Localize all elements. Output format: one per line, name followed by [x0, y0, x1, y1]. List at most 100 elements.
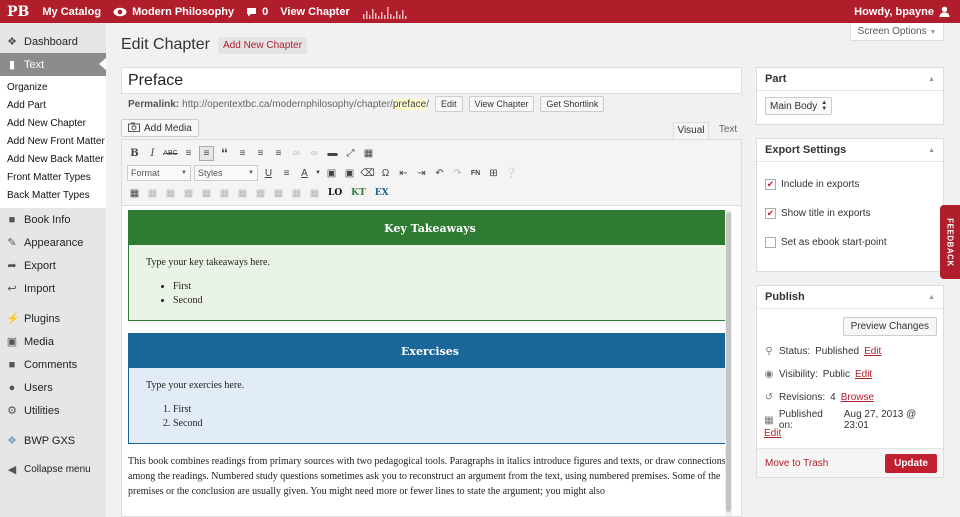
pressbooks-logo[interactable]: PB — [0, 0, 36, 23]
special-char-icon[interactable]: Ω — [378, 166, 393, 181]
edit-date-link[interactable]: Edit — [764, 428, 781, 439]
footnote-icon[interactable]: FN — [468, 166, 483, 181]
sidebar-item-bwp-gxs[interactable]: ❖ BWP GXS — [0, 429, 106, 452]
edit-permalink-button[interactable]: Edit — [434, 96, 463, 112]
update-button[interactable]: Update — [885, 453, 937, 473]
include-in-exports-checkbox[interactable]: ✔ — [765, 179, 776, 190]
unlink-button[interactable]: ∞ — [307, 146, 322, 161]
bold-button[interactable]: B — [127, 146, 142, 161]
part-panel-header[interactable]: Part ▲ — [757, 68, 943, 91]
sidebar-item-appearance[interactable]: ✎ Appearance — [0, 231, 106, 254]
submenu-front-matter-types[interactable]: Front Matter Types — [0, 169, 106, 187]
delete-col-icon[interactable]: ▦ — [271, 186, 286, 201]
chapter-title-input[interactable]: Preface — [121, 67, 742, 94]
view-chapter-button[interactable]: View Chapter — [468, 96, 535, 112]
sidebar-item-media[interactable]: ▣ Media — [0, 330, 106, 353]
redo-icon[interactable]: ↷ — [450, 166, 465, 181]
sidebar-item-users[interactable]: ● Users — [0, 376, 106, 399]
show-title-checkbox[interactable]: ✔ — [765, 208, 776, 219]
row-before-icon[interactable]: ▦ — [181, 186, 196, 201]
move-to-trash-link[interactable]: Move to Trash — [765, 458, 828, 469]
start-point-checkbox[interactable] — [765, 237, 776, 248]
sidebar-item-book-info[interactable]: ■ Book Info — [0, 208, 106, 231]
preview-changes-button[interactable]: Preview Changes — [842, 317, 937, 336]
key-takeaways-button[interactable]: KT — [348, 188, 369, 198]
book-link[interactable]: Modern Philosophy — [107, 0, 240, 23]
user-menu[interactable]: Howdy, bpayne — [848, 0, 960, 23]
editor-content[interactable]: Key Takeaways Type your key takeaways he… — [128, 210, 732, 516]
blockquote-button[interactable]: “ — [217, 145, 232, 161]
add-media-button[interactable]: Add Media — [121, 119, 199, 137]
sidebar-item-dashboard[interactable]: ❖ Dashboard — [0, 30, 106, 53]
indent-icon[interactable]: ⇥ — [414, 166, 429, 181]
collapse-menu-button[interactable]: ◀ Collapse menu — [0, 458, 106, 481]
insert-table-icon[interactable]: ▦ — [127, 186, 142, 201]
sidebar-item-comments[interactable]: ■ Comments — [0, 353, 106, 376]
scrollbar-thumb[interactable] — [726, 212, 731, 512]
align-center-button[interactable]: ≡ — [253, 146, 268, 161]
paste-text-icon[interactable]: ▣ — [324, 166, 339, 181]
split-cells-icon[interactable]: ▦ — [289, 186, 304, 201]
table-props-icon[interactable]: ▦ — [145, 186, 160, 201]
delete-row-icon[interactable]: ▦ — [217, 186, 232, 201]
outdent-icon[interactable]: ⇤ — [396, 166, 411, 181]
justify-button[interactable]: ≡ — [279, 166, 294, 181]
feedback-tab[interactable]: FEEDBACK — [940, 205, 960, 279]
format-dropdown[interactable]: Format ▼ — [127, 165, 191, 181]
comments-link[interactable]: 0 — [240, 0, 274, 23]
submenu-organize[interactable]: Organize — [0, 79, 106, 97]
get-shortlink-button[interactable]: Get Shortlink — [540, 96, 605, 112]
submenu-back-matter-types[interactable]: Back Matter Types — [0, 187, 106, 205]
edit-status-link[interactable]: Edit — [864, 346, 881, 357]
table-icon[interactable]: ⊞ — [486, 166, 501, 181]
col-before-icon[interactable]: ▦ — [235, 186, 250, 201]
paste-word-icon[interactable]: ▣ — [342, 166, 357, 181]
cell-props-icon[interactable]: ▦ — [163, 186, 178, 201]
tab-visual[interactable]: Visual — [673, 122, 709, 139]
col-after-icon[interactable]: ▦ — [253, 186, 268, 201]
export-settings-header[interactable]: Export Settings ▲ — [757, 139, 943, 162]
sidebar-item-export[interactable]: ➦ Export — [0, 254, 106, 277]
view-chapter-link[interactable]: View Chapter — [274, 0, 356, 23]
text-color-button[interactable]: A — [297, 166, 312, 181]
align-right-button[interactable]: ≡ — [271, 146, 286, 161]
sidebar-item-plugins[interactable]: ⚡ Plugins — [0, 307, 106, 330]
tab-text[interactable]: Text — [712, 122, 744, 139]
merge-cells-icon[interactable]: ▦ — [307, 186, 322, 201]
sidebar-item-utilities[interactable]: ⚙ Utilities — [0, 399, 106, 422]
align-left-button[interactable]: ≡ — [235, 146, 250, 161]
toolbar-toggle-button[interactable]: ▦ — [361, 146, 376, 161]
screen-options-button[interactable]: Screen Options ▼ — [850, 23, 944, 41]
read-more-button[interactable]: ▬ — [325, 146, 340, 161]
undo-icon[interactable]: ↶ — [432, 166, 447, 181]
learning-objectives-button[interactable]: LO — [325, 188, 345, 198]
fullscreen-button[interactable]: ⤢ — [343, 146, 358, 161]
sidebar-item-text[interactable]: ▮ Text — [0, 53, 106, 76]
underline-button[interactable]: U — [261, 166, 276, 181]
insert-link-button[interactable]: ∞ — [289, 146, 304, 161]
my-catalog-link[interactable]: My Catalog — [36, 0, 107, 23]
clear-format-icon[interactable]: ⌫ — [360, 166, 375, 181]
strikethrough-button[interactable]: ABC — [163, 146, 178, 161]
editor-scrollbar[interactable] — [725, 210, 732, 516]
submenu-add-part[interactable]: Add Part — [0, 97, 106, 115]
part-select[interactable]: Main Body ▲ ▼ — [765, 97, 833, 115]
browse-revisions-link[interactable]: Browse — [841, 392, 874, 403]
submenu-add-new-chapter[interactable]: Add New Chapter — [0, 115, 106, 133]
italic-button[interactable]: I — [145, 146, 160, 161]
help-icon[interactable]: ❔ — [504, 166, 519, 181]
stats-sparkline[interactable] — [356, 0, 416, 23]
permalink-url[interactable]: http://opentextbc.ca/modernphilosophy/ch… — [182, 98, 429, 110]
bullet-list-button[interactable]: ≡ — [181, 146, 196, 161]
sidebar-item-import[interactable]: ↩ Import — [0, 277, 106, 300]
numbered-list-button[interactable]: ≡ — [199, 145, 214, 161]
edit-visibility-link[interactable]: Edit — [855, 369, 872, 380]
row-after-icon[interactable]: ▦ — [199, 186, 214, 201]
add-new-chapter-button[interactable]: Add New Chapter — [218, 37, 307, 54]
styles-dropdown[interactable]: Styles ▼ — [194, 165, 258, 181]
exercises-button[interactable]: EX — [372, 188, 392, 198]
submenu-add-new-back-matter[interactable]: Add New Back Matter — [0, 151, 106, 169]
publish-header[interactable]: Publish ▲ — [757, 286, 943, 309]
submenu-add-new-front-matter[interactable]: Add New Front Matter — [0, 133, 106, 151]
text-color-arrow-icon[interactable]: ▼ — [315, 166, 321, 181]
